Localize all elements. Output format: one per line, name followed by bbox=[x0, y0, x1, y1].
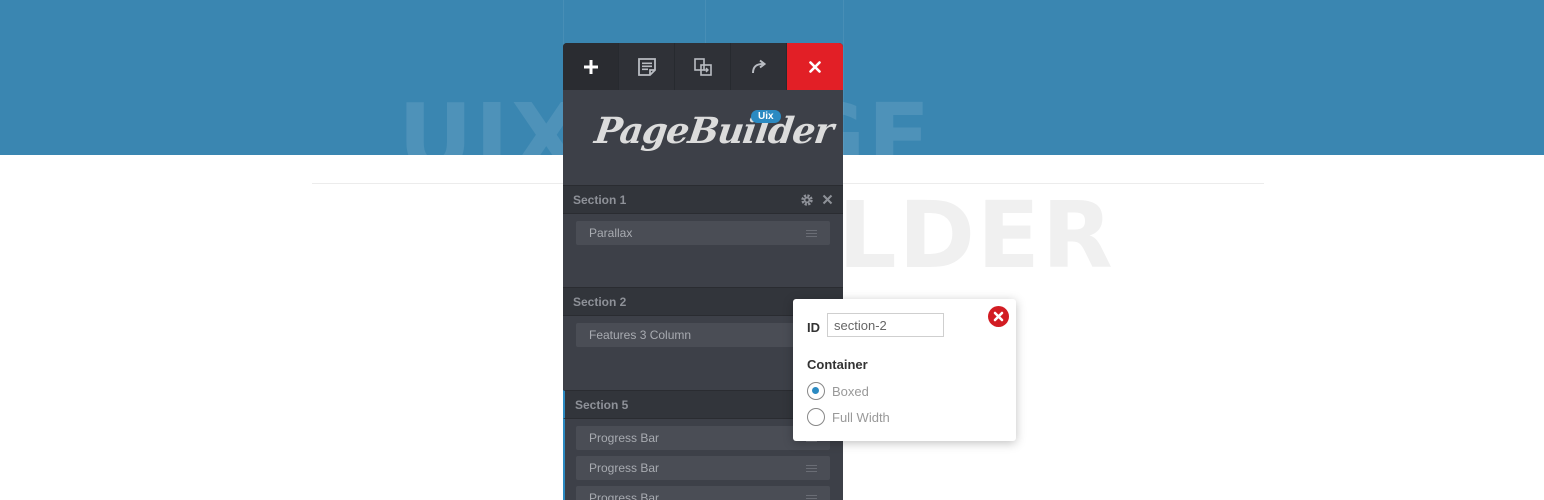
radio-button[interactable] bbox=[807, 408, 825, 426]
background-heading-part: UIX bbox=[398, 84, 584, 191]
duplicate-button[interactable] bbox=[675, 43, 731, 90]
app-logo: PageBuilder bbox=[592, 110, 836, 152]
module-item[interactable]: Features 3 Column bbox=[576, 323, 830, 347]
drag-handle-icon[interactable] bbox=[806, 463, 817, 474]
duplicate-icon bbox=[693, 57, 712, 76]
drag-handle-icon[interactable] bbox=[806, 493, 817, 500]
radio-label: Boxed bbox=[832, 383, 869, 399]
close-panel-button[interactable] bbox=[787, 43, 843, 90]
plus-icon bbox=[583, 59, 598, 74]
close-popover-button[interactable] bbox=[988, 306, 1009, 327]
module-label: Progress Bar bbox=[589, 461, 660, 475]
logo-area: PageBuilder Uix bbox=[563, 90, 843, 185]
module-item[interactable]: Parallax bbox=[576, 221, 830, 245]
close-icon bbox=[809, 60, 821, 73]
id-label: ID bbox=[807, 320, 820, 335]
section-settings-popover: ID Container Boxed Full Width bbox=[793, 299, 1016, 441]
module-label: Progress Bar bbox=[589, 431, 660, 445]
redo-icon bbox=[751, 59, 766, 73]
section-id-input[interactable] bbox=[827, 313, 944, 337]
delete-icon[interactable] bbox=[822, 194, 833, 205]
templates-button[interactable] bbox=[619, 43, 675, 90]
module-item[interactable]: Progress Bar bbox=[576, 486, 830, 500]
section-title: Section 1 bbox=[573, 192, 627, 207]
drag-handle-icon[interactable] bbox=[806, 228, 817, 239]
close-icon bbox=[993, 311, 1004, 322]
radio-option-full-width[interactable]: Full Width bbox=[807, 408, 890, 426]
radio-button[interactable] bbox=[807, 382, 825, 400]
section-body: Parallax bbox=[563, 214, 843, 287]
panel-toolbar bbox=[563, 43, 843, 90]
gear-icon[interactable] bbox=[800, 193, 814, 207]
logo-badge: Uix bbox=[751, 110, 781, 123]
background-heading-part: LDER bbox=[838, 182, 1115, 289]
redo-button[interactable] bbox=[731, 43, 787, 90]
module-label: Features 3 Column bbox=[589, 328, 692, 342]
add-button[interactable] bbox=[563, 43, 619, 90]
section-title: Section 2 bbox=[573, 294, 627, 309]
container-label: Container bbox=[807, 357, 868, 372]
radio-label: Full Width bbox=[832, 409, 890, 425]
template-icon bbox=[637, 57, 656, 76]
module-label: Progress Bar bbox=[589, 491, 660, 500]
module-item[interactable]: Progress Bar bbox=[576, 456, 830, 480]
module-label: Parallax bbox=[589, 226, 633, 240]
module-item[interactable]: Progress Bar bbox=[576, 426, 830, 450]
section-header[interactable]: Section 1 bbox=[563, 185, 843, 214]
radio-option-boxed[interactable]: Boxed bbox=[807, 382, 869, 400]
section-title: Section 5 bbox=[575, 397, 629, 412]
